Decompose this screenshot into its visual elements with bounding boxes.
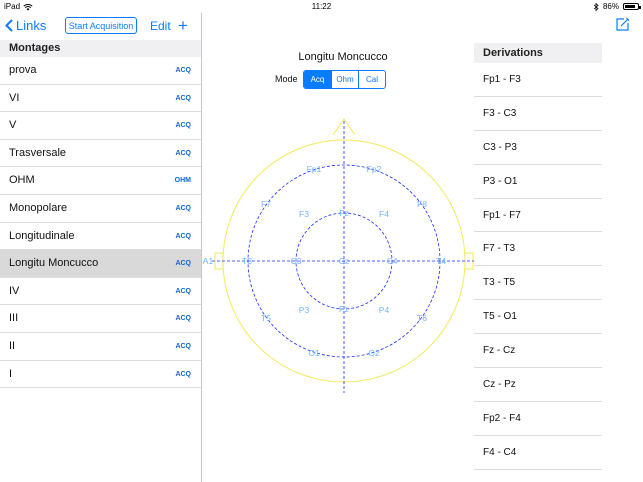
derivation-row[interactable]: F7 - T3: [474, 232, 602, 267]
montage-name: Trasversale: [9, 146, 67, 159]
montage-mode-tag: ACQ: [175, 260, 191, 268]
montage-name: Monopolare: [9, 201, 68, 214]
derivation-row[interactable]: T3 - T5: [474, 266, 602, 301]
add-button[interactable]: +: [178, 16, 188, 36]
montage-mode-tag: ACQ: [175, 370, 191, 378]
montage-mode-tag: ACQ: [175, 204, 191, 212]
electrode-label: C3: [291, 256, 302, 266]
montage-row[interactable]: V ACQ: [0, 112, 201, 140]
montage-mode-tag: ACQ: [175, 122, 191, 130]
status-right: 86%: [593, 2, 641, 11]
montage-row[interactable]: II ACQ: [0, 333, 201, 361]
back-button[interactable]: Links: [5, 18, 46, 33]
derivations-header: Derivations: [474, 43, 602, 63]
montage-name: VI: [9, 91, 20, 104]
start-acquisition-button[interactable]: Start Acquisition: [65, 17, 137, 34]
montage-row[interactable]: I ACQ: [0, 361, 201, 389]
electrode-label: F4: [379, 209, 389, 219]
derivations-pane: Derivations Fp1 - F3 F3 - C3 C3 - P3 P3 - O…: [474, 13, 643, 482]
derivation-row[interactable]: Fp2 - F4: [474, 402, 602, 436]
montage-list: prova ACQ VI ACQ V ACQ Trasversale ACQ OHM OHM Mon…: [0, 57, 201, 389]
derivation-row[interactable]: C3 - P3: [474, 131, 602, 165]
montage-mode-tag: ACQ: [175, 149, 191, 157]
montage-name: Longitu Moncucco: [9, 257, 99, 270]
montage-name: II: [9, 339, 16, 352]
mode-acq-segment[interactable]: Acq: [304, 71, 331, 88]
montage-row[interactable]: Longitudinale ACQ: [0, 223, 201, 251]
electrode-label: P3: [299, 305, 310, 315]
battery-percent: 86%: [602, 2, 619, 11]
montage-row[interactable]: OHM OHM: [0, 167, 201, 195]
compose-icon: [616, 17, 630, 31]
derivation-list: Fp1 - F3 F3 - C3 C3 - P3 P3 - O1 Fp1 - F7 F7 …: [474, 63, 602, 470]
electrode-label: T4: [436, 256, 446, 266]
electrode-label: A1: [203, 256, 214, 266]
electrode-label: Fp1: [307, 164, 322, 174]
edit-button[interactable]: Edit: [150, 19, 171, 33]
montage-row[interactable]: III ACQ: [0, 305, 201, 333]
montage-name: Longitudinale: [9, 229, 75, 242]
montage-mode-tag: ACQ: [175, 232, 191, 240]
battery-icon: [623, 3, 641, 10]
derivation-row[interactable]: F4 - C4: [474, 436, 602, 470]
montage-row[interactable]: IV ACQ: [0, 278, 201, 306]
electrode-label: F7: [261, 199, 271, 209]
electrode-label: Fz: [339, 208, 348, 218]
montage-name: III: [9, 312, 19, 325]
mode-segmented-control: Acq Ohm Cal: [303, 70, 386, 89]
left-nav-bar: Links Start Acquisition Edit +: [0, 13, 201, 40]
montage-name: I: [9, 367, 13, 380]
derivation-row[interactable]: Cz - Pz: [474, 368, 602, 402]
derivation-row[interactable]: P3 - O1: [474, 165, 602, 199]
montage-mode-tag: OHM: [174, 177, 191, 185]
electrode-label: T6: [417, 313, 427, 323]
montage-name: IV: [9, 284, 20, 297]
montage-mode-tag: ACQ: [175, 342, 191, 350]
montage-mode-tag: ACQ: [175, 287, 191, 295]
montages-pane: Links Start Acquisition Edit + Montages …: [0, 13, 201, 482]
derivation-row[interactable]: T5 - O1: [474, 300, 602, 335]
electrode-label: Pz: [339, 304, 349, 314]
mode-ohm-segment[interactable]: Ohm: [331, 71, 358, 88]
montage-name: prova: [9, 64, 37, 76]
montage-row[interactable]: VI ACQ: [0, 85, 201, 113]
status-time: 11:22: [311, 2, 332, 11]
montage-mode-tag: ACQ: [175, 315, 191, 323]
derivation-row[interactable]: Fp1 - F3: [474, 63, 602, 97]
derivation-row[interactable]: F3 - C3: [474, 97, 602, 131]
montages-header: Montages: [0, 40, 201, 57]
electrode-label: Fp2: [367, 164, 382, 174]
battery-fill: [625, 5, 636, 8]
back-label: Links: [16, 18, 47, 33]
montage-detail: Fp1Fp2F7F3FzF4F8A1T3C3CzC4T4A2T5P3PzP4T6…: [202, 13, 474, 482]
derivation-row[interactable]: Fp1 - F7: [474, 199, 602, 233]
mode-label: Mode: [275, 74, 298, 84]
montage-row[interactable]: Trasversale ACQ: [0, 140, 201, 168]
electrode-label: F3: [299, 209, 309, 219]
electrode-label: C4: [387, 256, 398, 266]
montage-mode-tag: ACQ: [175, 94, 191, 102]
montage-name: OHM: [9, 174, 35, 187]
bluetooth-icon: [593, 2, 599, 11]
electrode-label: P4: [379, 305, 390, 315]
chevron-left-icon: [5, 19, 13, 32]
electrode-label: O2: [368, 348, 380, 358]
montage-mode-tag: ACQ: [175, 67, 191, 74]
electrode-label: O1: [308, 348, 320, 358]
montage-name: V: [9, 119, 17, 132]
derivation-row[interactable]: Fz - Cz: [474, 334, 602, 369]
compose-button[interactable]: [615, 17, 630, 37]
mode-cal-segment[interactable]: Cal: [358, 71, 385, 88]
montage-title: Longitu Moncucco: [298, 51, 388, 63]
electrode-label: T3: [242, 256, 252, 266]
status-bar: iPad 11:22 86%: [0, 0, 643, 13]
montage-row[interactable]: Longitu Moncucco ACQ: [0, 250, 201, 278]
montage-row[interactable]: prova ACQ: [0, 57, 201, 85]
montage-row[interactable]: Monopolare ACQ: [0, 195, 201, 223]
electrode-label: Cz: [339, 256, 349, 266]
electrode-label: F8: [417, 199, 427, 209]
electrode-label: T5: [261, 313, 271, 323]
